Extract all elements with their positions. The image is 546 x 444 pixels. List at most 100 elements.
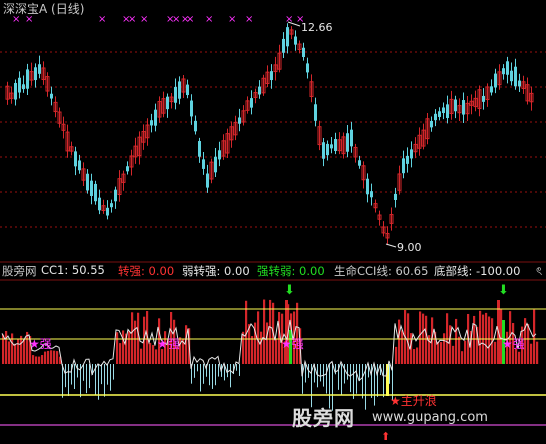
histogram-bar (320, 364, 321, 382)
candle-body (106, 207, 109, 216)
candle-body (346, 133, 349, 152)
signal-marker: × (205, 14, 213, 25)
histogram-bar (236, 364, 237, 371)
histogram-bar (344, 364, 345, 384)
histogram-bar (536, 341, 539, 364)
histogram-bar (473, 315, 476, 364)
candle-body (258, 86, 261, 95)
histogram-bar (398, 319, 401, 364)
chart-canvas[interactable]: 12.669.00× × × ×× × ×× ×× × × × × × (0, 0, 546, 443)
candle-body (206, 173, 209, 188)
histogram-bar (395, 346, 398, 364)
signal-marker: × (296, 14, 304, 25)
candle-body (154, 109, 157, 126)
candle-body (454, 99, 457, 112)
histogram-bar (65, 364, 66, 388)
star-icon: ★ (29, 337, 40, 351)
scroll-mark[interactable]: ৎ (536, 263, 542, 282)
histogram-bar (56, 351, 59, 364)
histogram-bar (119, 343, 122, 364)
histogram-bar (347, 364, 348, 380)
candle-body (438, 111, 441, 117)
histogram-bar (137, 312, 140, 364)
candle-body (366, 178, 369, 195)
histogram-bar (212, 364, 213, 389)
histogram-bar (341, 364, 342, 395)
strong-label-2: 强 (167, 337, 180, 351)
histogram-bar (161, 349, 164, 364)
histogram-bar (26, 331, 29, 364)
histogram-bar (416, 347, 419, 364)
histogram-bar (110, 364, 111, 391)
candle-body (510, 70, 513, 82)
candle-body (114, 189, 117, 202)
histogram-bar (518, 351, 521, 364)
signal-marker: × (245, 14, 253, 25)
candle-body (270, 71, 273, 81)
candle-body (370, 191, 373, 198)
histogram-bar (419, 311, 422, 364)
strong-label-3: 强 (291, 337, 304, 351)
candle-body (322, 142, 325, 159)
histogram-bar (239, 364, 240, 376)
histogram-bar (200, 364, 201, 392)
candle-body (238, 117, 241, 124)
histogram-bar (104, 364, 105, 397)
strong-label-4: 强 (512, 337, 525, 351)
histogram-bar (335, 364, 336, 375)
star-icon: ★ (502, 337, 513, 351)
histogram-bar (350, 364, 351, 393)
histogram-bar (230, 364, 231, 388)
candle-body (462, 100, 465, 115)
shengming-cci-value: 生命CCI线: 60.65 (334, 264, 429, 278)
histogram-bar (242, 331, 245, 364)
candle-body (442, 107, 445, 114)
candle-body (126, 166, 129, 172)
histogram-bar (209, 364, 210, 386)
ruozhuanqiang-value: 弱转强: 0.00 (182, 264, 250, 278)
histogram-bar (14, 343, 17, 364)
candle-body (34, 67, 37, 81)
star-icon: ★ (157, 337, 168, 351)
zhuanqiang-value: 转强: 0.00 (118, 264, 175, 278)
histogram-bar (296, 302, 299, 364)
star-icon: ★ (390, 394, 401, 408)
histogram-bar (203, 364, 204, 384)
histogram-bar (11, 333, 14, 364)
strong-star-1: ★强 (29, 337, 52, 351)
signal-marker: × (228, 14, 236, 25)
candle-body (490, 86, 493, 93)
candle-body (218, 150, 221, 160)
candle-body (326, 143, 329, 156)
signal-marker: × (285, 14, 293, 25)
candle-body (406, 155, 409, 164)
candle-body (446, 104, 449, 119)
strong-label-1: 强 (39, 337, 52, 351)
histogram-bar (464, 340, 467, 364)
candle-body (506, 61, 509, 75)
histogram-bar (302, 364, 303, 394)
high-price-label: 12.66 (301, 21, 333, 34)
histogram-bar (215, 364, 216, 386)
candle-body (78, 160, 81, 171)
histogram-bar (218, 364, 219, 377)
candle-body (250, 98, 253, 108)
candle-body (26, 69, 29, 89)
histogram-bar (527, 324, 530, 364)
strong-star-4: ★强 (502, 337, 525, 351)
signal-marker: × (186, 14, 194, 25)
histogram-bar (23, 339, 26, 364)
candle-body (110, 203, 113, 208)
main-rise-text: 主升浪 (400, 394, 437, 408)
histogram-bar (44, 351, 47, 364)
pane-title: 深深宝A (日线) (3, 2, 85, 16)
arrow-up-icon: ⬆ (381, 430, 391, 443)
histogram-bar (89, 364, 90, 389)
histogram-bar (116, 332, 119, 364)
strong-star-2: ★强 (157, 337, 180, 351)
histogram-bar (413, 349, 416, 364)
candle-body (502, 68, 505, 75)
histogram-bar (47, 350, 50, 364)
candle-body (430, 120, 433, 128)
signal-marker: × (140, 14, 148, 25)
